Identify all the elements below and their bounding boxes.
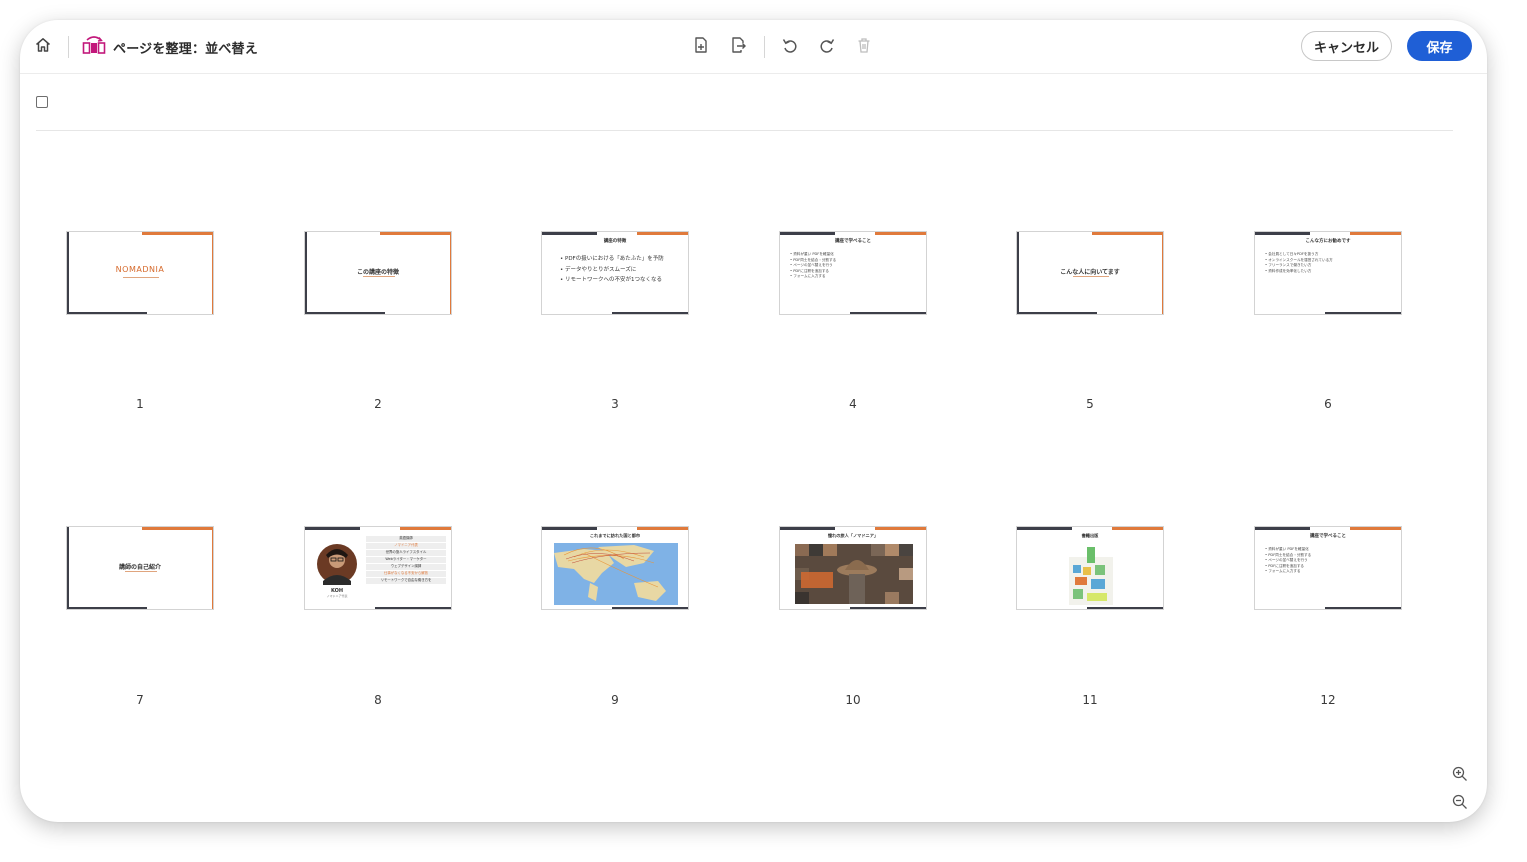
slide-title: 書籍出版 — [1081, 533, 1099, 538]
slide-title: 講座で学べること — [835, 239, 871, 244]
bullet-text: データやりとりがスムーズに — [565, 266, 637, 273]
page-title: ページを整理：並べ替え — [113, 42, 258, 57]
cancel-button[interactable]: キャンセル — [1301, 31, 1392, 61]
divider — [36, 130, 1453, 131]
slide-bullets: • 資料が重い PDFを軽量化 • PDF同士を結合・分割する • ページの並べ… — [790, 252, 837, 279]
profile-list: 英語講師 ノマドニア代表 世界の旅人ライフスタイル Webライター・マーケター … — [366, 536, 446, 585]
world-map-image — [554, 543, 678, 605]
bullet-text: ページの並べ替えを行う — [1268, 558, 1308, 563]
bullet-text: PDFに注釈を追加する — [1268, 563, 1305, 568]
bullet-text: PDFの扱いにおける「あたふた」を予防 — [565, 256, 664, 262]
page-thumbnail-11[interactable]: 書籍出版 — [1016, 526, 1164, 610]
photo-collage-image — [795, 544, 913, 604]
bullet-text: フリーランスで働きたい方 — [1268, 263, 1312, 268]
page-number: 9 — [611, 693, 619, 707]
bullet-text: PDF同士を結合・分割する — [1268, 552, 1312, 557]
slide-title: 憧れの旅人「ノマドニア」 — [827, 533, 879, 538]
bullet-text: フォームに入力する — [1268, 569, 1301, 574]
title-underline — [363, 276, 395, 277]
bullet-text: 会社員として日々PDFを扱う方 — [1268, 252, 1319, 256]
bullet-text: 資料が重い PDFを軽量化 — [793, 252, 834, 256]
organize-pages-window: ページを整理：並べ替え キャンセル 保存 NOMADNIA 1 この講座の特徴 … — [20, 20, 1487, 822]
bullet-text: リモートワークへの不安が1つなくなる — [565, 277, 663, 283]
slide-title: 講座の特徴 — [603, 239, 627, 244]
bullet-text: 資料作成を効率化したい方 — [1268, 268, 1312, 273]
slide-bullets: • PDFの扱いにおける「あたふた」を予防 • データやりとりがスムーズに • … — [560, 256, 664, 283]
toolbar-separator — [68, 36, 69, 58]
logo-underline — [123, 277, 159, 278]
select-all-checkbox[interactable] — [36, 96, 48, 108]
slide-bullets: • 会社員として日々PDFを扱う方 • オンラインスクールを運営されている方 •… — [1265, 252, 1333, 273]
undo-icon[interactable] — [777, 32, 803, 58]
page-number: 6 — [1324, 397, 1332, 411]
page-thumbnail-3[interactable]: 講座の特徴 • PDFの扱いにおける「あたふた」を予防 • データやりとりがスム… — [541, 231, 689, 315]
bullet-text: オンラインスクールを運営されている方 — [1268, 257, 1333, 262]
title-underline — [1073, 276, 1109, 277]
page-number: 12 — [1320, 693, 1336, 707]
slide-title: 講師の自己紹介 — [118, 564, 161, 571]
page-thumbnail-10[interactable]: 憧れの旅人「ノマドニア」 — [779, 526, 927, 610]
slide-title: 講座で学べること — [1310, 534, 1346, 539]
page-thumbnail-8[interactable]: KOH ノマドニア代表 英語講師 ノマドニア代表 世界の旅人ライフスタイル We… — [304, 526, 452, 610]
bullet-text: 資料が重い PDFを軽量化 — [1268, 547, 1309, 551]
page-number: 2 — [374, 397, 382, 411]
page-number: 7 — [136, 693, 144, 707]
slide-title: こんな人に向いてます — [1060, 269, 1120, 276]
select-all[interactable] — [36, 96, 48, 108]
profile-item: 世界の旅人ライフスタイル — [366, 550, 446, 556]
zoom-in-icon[interactable] — [1449, 763, 1471, 785]
bullet-text: フォームに入力する — [793, 274, 826, 279]
book-cover-image — [1069, 543, 1113, 605]
page-number: 10 — [845, 693, 861, 707]
insert-page-icon[interactable] — [688, 32, 714, 58]
page-thumbnail-9[interactable]: これまでに訪れた国と都市 — [541, 526, 689, 610]
page-thumbnail-6[interactable]: こんな方にお勧めです • 会社員として日々PDFを扱う方 • オンラインスクール… — [1254, 231, 1402, 315]
title-underline — [125, 571, 157, 572]
bullet-text: PDFに注釈を追加する — [793, 268, 830, 273]
page-number: 5 — [1086, 397, 1094, 411]
extract-page-icon[interactable] — [725, 32, 751, 58]
page-thumbnail-7[interactable]: 講師の自己紹介 — [66, 526, 214, 610]
slide-title: これまでに訪れた国と都市 — [589, 533, 641, 538]
page-number: 8 — [374, 693, 382, 707]
trash-icon[interactable] — [851, 32, 877, 58]
page-number: 3 — [611, 397, 619, 411]
toolbar-separator — [764, 36, 765, 58]
page-thumbnail-2[interactable]: この講座の特徴 — [304, 231, 452, 315]
bullet-text: ページの並べ替えを行う — [793, 263, 833, 268]
profile-item: 仕事がなくなる不安から解放 — [366, 571, 446, 577]
home-icon[interactable] — [30, 32, 56, 58]
page-number: 11 — [1082, 693, 1098, 707]
speaker-subtitle: ノマドニア代表 — [326, 594, 348, 598]
bullet-text: PDF同士を結合・分割する — [793, 257, 837, 262]
toolbar: ページを整理：並べ替え キャンセル 保存 — [20, 20, 1487, 74]
profile-item: 英語講師 — [366, 536, 446, 542]
page-number: 1 — [136, 397, 144, 411]
page-thumbnail-1[interactable]: NOMADNIA — [66, 231, 214, 315]
profile-item: ウェブデザイン講師 — [366, 564, 446, 570]
page-number: 4 — [849, 397, 857, 411]
page-thumbnail-4[interactable]: 講座で学べること • 資料が重い PDFを軽量化 • PDF同士を結合・分割する… — [779, 231, 927, 315]
slide-logo: NOMADNIA — [115, 265, 165, 274]
save-button[interactable]: 保存 — [1407, 31, 1472, 61]
profile-item: Webライター・マーケター — [366, 557, 446, 563]
organize-pages-icon — [81, 32, 107, 58]
avatar — [317, 544, 357, 585]
zoom-out-icon[interactable] — [1449, 791, 1471, 813]
slide-title: この講座の特徴 — [356, 269, 399, 276]
page-thumbnail-12[interactable]: 講座で学べること • 資料が重い PDFを軽量化 • PDF同士を結合・分割する… — [1254, 526, 1402, 610]
page-thumbnail-5[interactable]: こんな人に向いてます — [1016, 231, 1164, 315]
redo-icon[interactable] — [814, 32, 840, 58]
slide-title: こんな方にお勧めです — [1305, 239, 1351, 244]
profile-item: ノマドニア代表 — [366, 543, 446, 549]
slide-bullets: • 資料が重い PDFを軽量化 • PDF同士を結合・分割する • ページの並べ… — [1265, 547, 1312, 574]
profile-item: リモートワークで自由な働き方を — [366, 578, 446, 584]
